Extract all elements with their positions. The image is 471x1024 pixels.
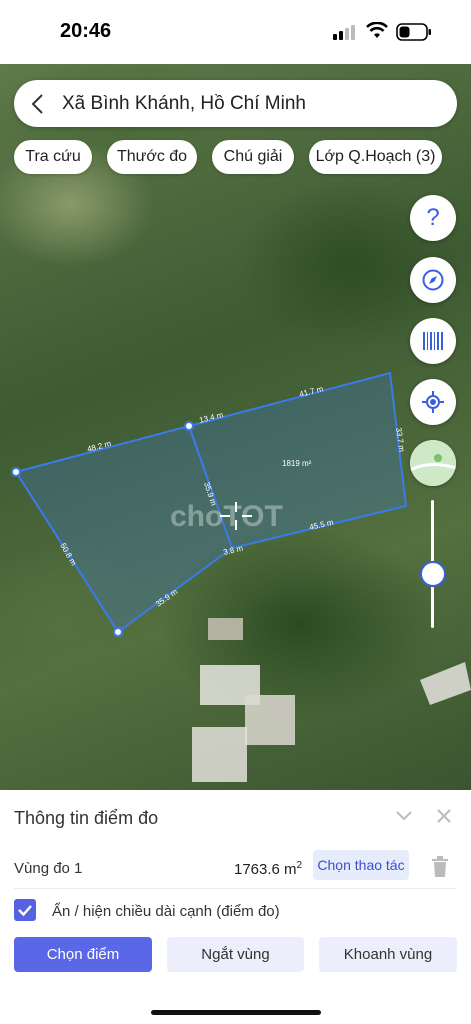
map-layer-button[interactable] <box>410 440 456 486</box>
divider <box>14 888 457 889</box>
my-location-button[interactable] <box>410 379 456 425</box>
area-label: 1819 m² <box>282 459 312 468</box>
location-search-bar[interactable]: Xã Bình Khánh, Hồ Chí Minh <box>14 80 457 127</box>
battery-icon <box>396 23 431 41</box>
measurement-info-sheet: Thông tin điểm đo Vùng đo 1 1763.6 m2 Ch… <box>0 790 471 1024</box>
home-indicator <box>151 1010 321 1015</box>
buildings <box>192 618 471 782</box>
status-time: 20:46 <box>60 20 112 42</box>
choose-action-button[interactable]: Chọn thao tác <box>313 850 409 880</box>
chip-tra-cuu[interactable]: Tra cứu <box>14 140 92 174</box>
checkmark-icon <box>18 905 32 917</box>
checkbox-label: Ẩn / hiện chiều dài cạnh (điểm đo) <box>52 903 280 920</box>
back-arrow-icon[interactable] <box>30 93 44 115</box>
show-edge-length-checkbox[interactable] <box>14 899 36 921</box>
trash-icon[interactable] <box>431 856 449 878</box>
zoom-slider-handle[interactable] <box>420 560 446 587</box>
status-bar: 20:46 <box>0 0 471 64</box>
zone-label: Vùng đo 1 <box>14 860 83 877</box>
compass-icon <box>422 269 444 291</box>
area-value: 1763.6 m2 <box>234 860 302 878</box>
barcode-icon <box>423 332 443 350</box>
enclose-zone-button[interactable]: Khoanh vùng <box>319 937 457 972</box>
help-button[interactable]: ? <box>410 195 456 241</box>
help-icon: ? <box>426 204 440 231</box>
location-title: Xã Bình Khánh, Hồ Chí Minh <box>62 93 306 114</box>
area-number: 1763.6 m <box>234 861 297 878</box>
chevron-down-icon[interactable] <box>395 810 413 822</box>
break-zone-button[interactable]: Ngắt vùng <box>167 937 304 972</box>
wifi-icon <box>366 22 388 38</box>
close-icon[interactable] <box>437 809 451 823</box>
locate-icon <box>422 391 444 413</box>
chip-lop-quy-hoach[interactable]: Lớp Q.Hoạch (3) <box>309 140 442 174</box>
cellular-signal-icon <box>333 25 355 40</box>
area-unit-exponent: 2 <box>296 860 303 871</box>
sheet-title: Thông tin điểm đo <box>14 808 159 828</box>
map-thumbnail-icon <box>410 440 456 486</box>
compass-button[interactable] <box>410 257 456 303</box>
choose-point-button[interactable]: Chọn điểm <box>14 937 152 972</box>
chip-chu-giai[interactable]: Chú giải <box>212 140 294 174</box>
chip-thuoc-do[interactable]: Thước đo <box>107 140 197 174</box>
barcode-button[interactable] <box>410 318 456 364</box>
